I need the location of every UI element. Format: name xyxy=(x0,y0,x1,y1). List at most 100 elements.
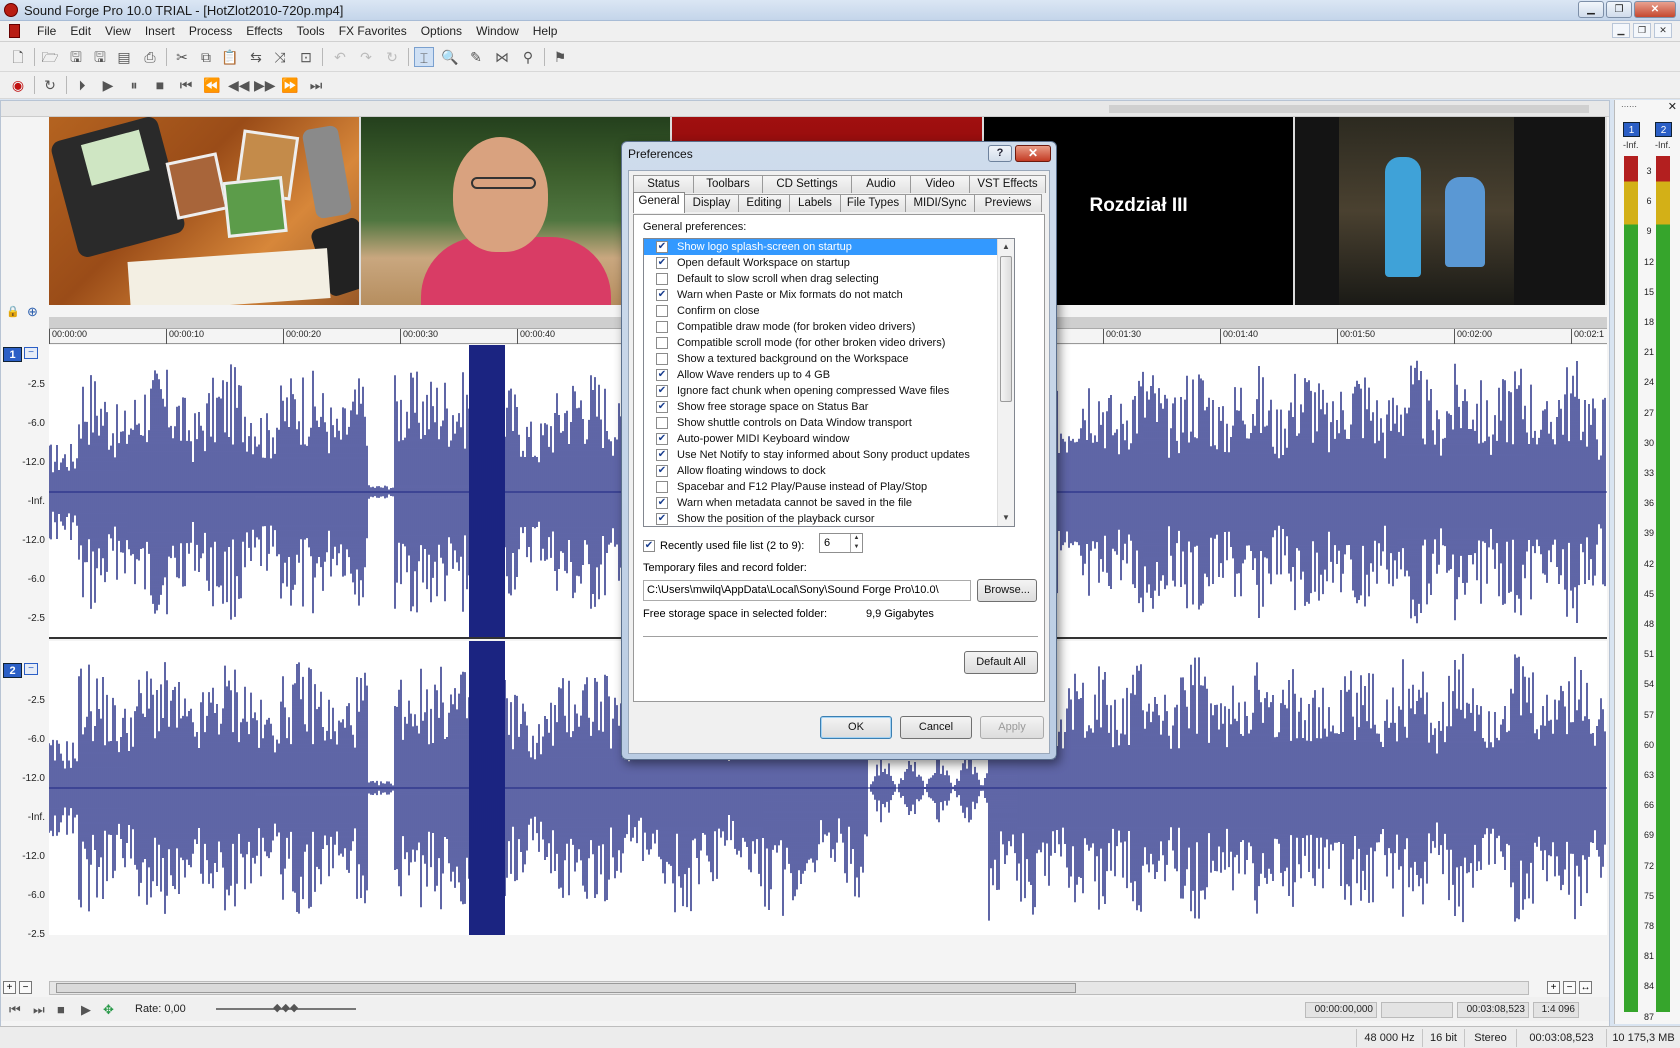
zoom-out-button[interactable]: − xyxy=(1563,981,1576,994)
preference-checkbox[interactable]: ✔ xyxy=(656,385,668,397)
preference-item[interactable]: ✔ Warn when Paste or Mix formats do not m… xyxy=(644,287,998,303)
preference-item[interactable]: Default to slow scroll when drag selecti… xyxy=(644,271,998,287)
preference-item[interactable]: Compatible scroll mode (for other broken… xyxy=(644,335,998,351)
cancel-button[interactable]: Cancel xyxy=(900,716,972,739)
forward-icon[interactable]: ▶▶ xyxy=(254,75,276,95)
preference-checkbox[interactable] xyxy=(656,481,668,493)
preference-checkbox[interactable]: ✔ xyxy=(656,513,668,525)
menu-effects[interactable]: Effects xyxy=(239,24,289,38)
preference-item[interactable]: ✔ Use Net Notify to stay informed about S… xyxy=(644,447,998,463)
meter-close-icon[interactable]: ✕ xyxy=(1668,100,1677,113)
preference-checkbox[interactable] xyxy=(656,273,668,285)
tab-file-types[interactable]: File Types xyxy=(840,194,906,212)
render-icon[interactable]: ▤ xyxy=(114,47,134,67)
document-icon[interactable] xyxy=(9,24,20,38)
preferences-list[interactable]: ✔ Show logo splash-screen on startup ✔ Open… xyxy=(643,238,1015,527)
preference-checkbox[interactable]: ✔ xyxy=(656,401,668,413)
edit-tool-icon[interactable]: ⌶ xyxy=(414,47,434,67)
preference-item[interactable]: ✔ Warn when metadata cannot be saved in t… xyxy=(644,495,998,511)
zoom-fit-button[interactable]: ↔ xyxy=(1579,981,1592,994)
preference-item[interactable]: ✔ Show logo splash-screen on startup xyxy=(644,239,998,255)
print-icon[interactable]: ⎙ xyxy=(140,47,160,67)
help-button[interactable]: ? xyxy=(988,145,1012,162)
magnify-tool-icon[interactable]: 🔍 xyxy=(440,47,460,67)
channel-2-minimize-button[interactable]: − xyxy=(24,663,38,675)
rewind-icon[interactable]: ◀◀ xyxy=(228,75,250,95)
preference-item[interactable]: ✔ Show the position of the playback curso… xyxy=(644,511,998,526)
zoom-in-vertical-button[interactable]: + xyxy=(3,981,16,994)
close-button[interactable]: ✕ xyxy=(1634,1,1676,18)
stop-icon[interactable]: ■ xyxy=(57,1002,65,1017)
play-all-icon[interactable]: ⏵ xyxy=(72,75,92,95)
spin-down-icon[interactable]: ▼ xyxy=(850,543,862,552)
preference-checkbox[interactable]: ✔ xyxy=(656,465,668,477)
pause-icon[interactable]: ⏸ xyxy=(124,75,144,95)
redo-icon[interactable]: ↷ xyxy=(356,47,376,67)
scroll-up-icon[interactable]: ▲ xyxy=(998,239,1014,255)
preference-item[interactable]: Compatible draw mode (for broken video d… xyxy=(644,319,998,335)
doc-restore-button[interactable]: ❐ xyxy=(1633,23,1651,38)
channel-1-badge[interactable]: 1 xyxy=(3,347,22,362)
scroll-thumb[interactable] xyxy=(1000,256,1012,402)
menu-fx-favorites[interactable]: FX Favorites xyxy=(332,24,414,38)
go-to-start-icon[interactable]: ⏮ xyxy=(176,75,196,95)
preference-checkbox[interactable]: ✔ xyxy=(656,497,668,509)
pencil-tool-icon[interactable]: ✎ xyxy=(466,47,486,67)
lock-icon[interactable]: 🔒 xyxy=(6,305,20,318)
list-scrollbar[interactable]: ▲ ▼ xyxy=(997,239,1014,526)
preference-checkbox[interactable] xyxy=(656,321,668,333)
minimize-button[interactable]: ▁ xyxy=(1578,1,1604,18)
go-to-end-icon[interactable]: ⏭ xyxy=(306,75,326,95)
marker-icon[interactable]: ⊕ xyxy=(27,304,38,320)
zoom-out-vertical-button[interactable]: − xyxy=(19,981,32,994)
meter-menu-icon[interactable]: ⋯⋯ xyxy=(1621,102,1637,111)
menu-tools[interactable]: Tools xyxy=(290,24,332,38)
menu-help[interactable]: Help xyxy=(526,24,565,38)
preference-checkbox[interactable]: ✔ xyxy=(656,257,668,269)
preference-item[interactable]: ✔ Show free storage space on Status Bar xyxy=(644,399,998,415)
recent-files-checkbox[interactable]: ✔ xyxy=(643,540,655,552)
play-icon[interactable]: ▶ xyxy=(81,1002,91,1018)
browse-button[interactable]: Browse... xyxy=(977,579,1037,602)
preference-checkbox[interactable]: ✔ xyxy=(656,449,668,461)
scrub-icon[interactable]: ✥ xyxy=(103,1002,114,1018)
ok-button[interactable]: OK xyxy=(820,716,892,739)
preference-checkbox[interactable] xyxy=(656,353,668,365)
scroll-down-icon[interactable]: ▼ xyxy=(998,510,1014,526)
apply-button[interactable]: Apply xyxy=(980,716,1044,739)
cursor-position[interactable]: 00:00:00,000 xyxy=(1305,1002,1377,1018)
next-icon[interactable]: ⏩ xyxy=(280,75,300,95)
preference-checkbox[interactable]: ✔ xyxy=(656,241,668,253)
undo-icon[interactable]: ↶ xyxy=(330,47,350,67)
preference-checkbox[interactable] xyxy=(656,305,668,317)
menu-process[interactable]: Process xyxy=(182,24,239,38)
preference-item[interactable]: ✔ Allow floating windows to dock xyxy=(644,463,998,479)
preference-checkbox[interactable]: ✔ xyxy=(656,369,668,381)
paste-icon[interactable]: 📋 xyxy=(220,47,240,67)
tab-labels[interactable]: Labels xyxy=(789,194,841,212)
default-all-button[interactable]: Default All xyxy=(964,651,1038,674)
menu-options[interactable]: Options xyxy=(414,24,469,38)
preference-checkbox[interactable]: ✔ xyxy=(656,433,668,445)
save-as-icon[interactable]: 🖫 xyxy=(90,47,110,67)
preference-item[interactable]: Show a textured background on the Worksp… xyxy=(644,351,998,367)
play-icon[interactable]: ▶ xyxy=(98,75,118,95)
go-to-start-icon[interactable]: ⏮ xyxy=(9,1002,21,1018)
restore-button[interactable]: ❐ xyxy=(1606,1,1632,18)
zoom-ratio[interactable]: 1:4 096 xyxy=(1533,1002,1579,1018)
crossfade-icon[interactable]: ⤨ xyxy=(270,47,290,67)
tab-toolbars[interactable]: Toolbars xyxy=(693,175,763,193)
menu-window[interactable]: Window xyxy=(469,24,526,38)
tab-audio[interactable]: Audio xyxy=(851,175,911,193)
menu-edit[interactable]: Edit xyxy=(63,24,98,38)
cut-icon[interactable]: ✂ xyxy=(172,47,192,67)
preference-item[interactable]: ✔ Auto-power MIDI Keyboard window xyxy=(644,431,998,447)
event-tool-icon[interactable]: ⚲ xyxy=(518,47,538,67)
preference-checkbox[interactable] xyxy=(656,337,668,349)
channel-2-badge[interactable]: 2 xyxy=(3,663,22,678)
doc-minimize-button[interactable]: ▁ xyxy=(1612,23,1630,38)
meter-channel-1[interactable]: 1 xyxy=(1623,122,1640,137)
record-icon[interactable]: ◉ xyxy=(8,75,28,95)
app-icon[interactable] xyxy=(4,3,18,17)
tab-previews[interactable]: Previews xyxy=(974,194,1042,212)
